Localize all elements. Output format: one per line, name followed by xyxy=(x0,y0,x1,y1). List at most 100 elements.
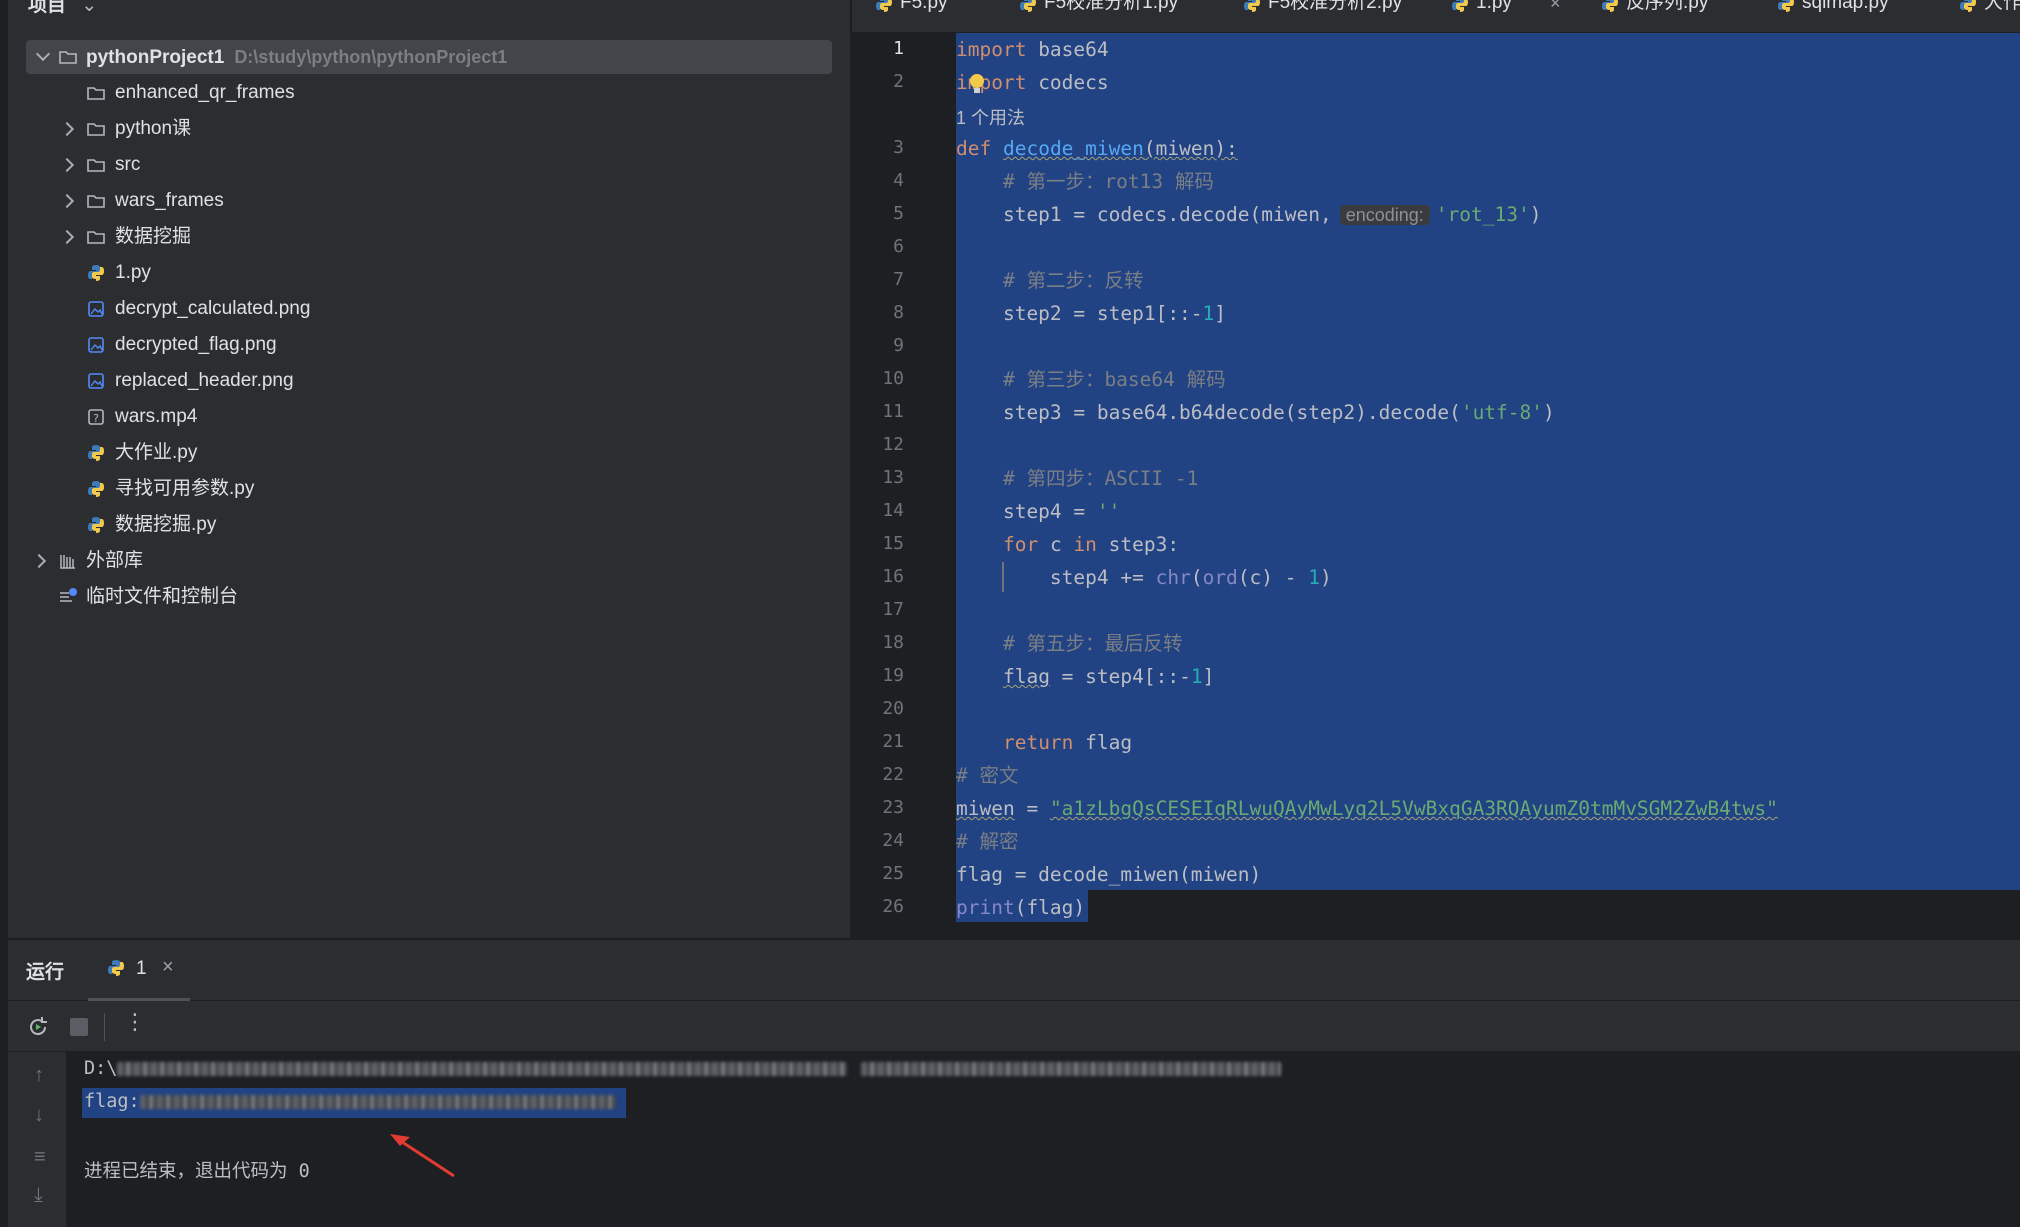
close-tab-icon[interactable]: × xyxy=(1550,0,1561,12)
arrow-up-icon[interactable]: ↑ xyxy=(34,1064,44,1087)
tree-item-wars-mp4[interactable]: ? wars.mp4 xyxy=(26,400,832,434)
tree-item-scratches[interactable]: 临时文件和控制台 xyxy=(26,580,832,614)
console-flag-line: flag: xyxy=(84,1091,616,1112)
tree-item-label: decrypt_calculated.png xyxy=(115,298,311,319)
tree-item-label: 大作业.py xyxy=(115,442,198,463)
tree-item-label: src xyxy=(115,154,141,175)
folder-icon xyxy=(87,159,105,172)
tree-item-enhanced-qr-frames[interactable]: enhanced_qr_frames xyxy=(26,76,832,110)
python-file-icon xyxy=(1778,0,1794,12)
python-file-icon xyxy=(1602,0,1618,12)
tree-item-label: 外部库 xyxy=(86,550,144,571)
line-number: 19 xyxy=(882,665,904,686)
line-number: 12 xyxy=(882,434,904,455)
tree-item-label: 1.py xyxy=(115,262,151,283)
line-number: 4 xyxy=(893,170,904,191)
line-number: 13 xyxy=(882,467,904,488)
expand-arrow-icon[interactable] xyxy=(35,46,51,62)
usage-hint[interactable]: 1 个用法 xyxy=(956,104,1025,130)
line-number: 17 xyxy=(882,599,904,620)
tree-root-project[interactable]: pythonProject1 D:\study\python\pythonProj… xyxy=(26,40,832,74)
code-line-5: step1 = codecs.decode(miwen, encoding:'ro… xyxy=(956,203,1542,226)
image-file-icon xyxy=(88,301,104,317)
line-number: 24 xyxy=(882,830,904,851)
arrow-down-icon[interactable]: ↓ xyxy=(34,1104,44,1127)
line-number: 21 xyxy=(882,731,904,752)
lightbulb-icon[interactable] xyxy=(968,73,986,97)
python-file-icon xyxy=(1244,0,1260,12)
line-number: 1 xyxy=(893,38,904,59)
tab-deserialize-py[interactable]: 反序列.py xyxy=(1594,0,1734,32)
code-line-1: import base64 xyxy=(956,38,1109,61)
expand-arrow-icon[interactable] xyxy=(59,193,75,209)
stop-icon[interactable] xyxy=(70,1018,88,1036)
console-side-toolbar: ↑ ↓ ≡ ⤓ xyxy=(8,1052,66,1227)
folder-icon xyxy=(87,87,105,100)
tree-item-label: 数据挖掘 xyxy=(115,226,192,247)
python-file-icon xyxy=(1960,0,1976,12)
line-number: 6 xyxy=(893,236,904,257)
tab-f5-py[interactable]: F5.py xyxy=(868,0,988,32)
tree-item-replaced-header-png[interactable]: replaced_header.png xyxy=(26,364,832,398)
tab-label: 1.py xyxy=(1476,0,1512,13)
line-number: 8 xyxy=(893,302,904,323)
tree-item-label: python课 xyxy=(115,118,192,139)
tree-item-wars-frames[interactable]: wars_frames xyxy=(26,184,832,218)
expand-arrow-icon[interactable] xyxy=(59,121,75,137)
chevron-down-icon[interactable]: ⌄ xyxy=(81,0,97,17)
code-line-3: def decode_miwen(miwen): xyxy=(956,137,1238,160)
folder-icon xyxy=(87,123,105,136)
line-number: 5 xyxy=(893,203,904,224)
code-line-19: flag = step4[::-1] xyxy=(1002,665,1215,688)
tab-f5-analysis-2[interactable]: F5校准分析2.py xyxy=(1236,0,1416,32)
tree-item-label: wars.mp4 xyxy=(115,406,198,427)
tab-1-py-active[interactable]: 1.py × xyxy=(1444,0,1574,32)
code-line-15: for c in step3: xyxy=(1002,533,1180,556)
line-number: 3 xyxy=(893,137,904,158)
rerun-icon[interactable] xyxy=(26,1015,50,1039)
tree-item-find-params-py[interactable]: 寻找可用参数.py xyxy=(26,472,832,506)
soft-wrap-icon[interactable]: ≡ xyxy=(34,1146,46,1169)
python-file-icon xyxy=(88,481,104,497)
tree-item-data-mining-py[interactable]: 数据挖掘.py xyxy=(26,508,832,542)
image-file-icon xyxy=(88,337,104,353)
line-number: 22 xyxy=(882,764,904,785)
tree-item-decrypt-calculated-png[interactable]: decrypt_calculated.png xyxy=(26,292,832,326)
tree-item-src[interactable]: src xyxy=(26,148,832,182)
line-number: 14 xyxy=(882,500,904,521)
tree-item-1-py[interactable]: 1.py xyxy=(26,256,832,290)
python-file-icon xyxy=(1452,0,1468,12)
scroll-to-end-icon[interactable]: ⤓ xyxy=(34,1184,43,1207)
tab-label: sqlmap.py xyxy=(1802,0,1889,13)
close-tab-icon[interactable]: × xyxy=(162,956,174,979)
tree-item-external-libraries[interactable]: 外部库 xyxy=(26,544,832,578)
tree-item-python-course[interactable]: python课 xyxy=(26,112,832,146)
line-number: 25 xyxy=(882,863,904,884)
tree-item-decrypted-flag-png[interactable]: decrypted_flag.png xyxy=(26,328,832,362)
project-panel: 项目 ⌄ pythonProject1 D:\study\python\pytho… xyxy=(0,0,852,938)
redacted-path xyxy=(117,1062,848,1076)
more-options-icon[interactable]: ⋮ xyxy=(124,1011,146,1033)
expand-arrow-icon[interactable] xyxy=(59,157,75,173)
python-file-icon xyxy=(88,265,104,281)
tab-homework-truncated[interactable]: 大作 xyxy=(1952,0,2020,32)
line-number: 23 xyxy=(882,797,904,818)
run-toolbar: ⋮ xyxy=(8,1001,2020,1052)
code-line-25: flag = decode_miwen(miwen) xyxy=(956,863,1262,886)
run-tab-1[interactable]: 1 × xyxy=(88,946,190,1002)
image-file-icon xyxy=(88,373,104,389)
root-project-name: pythonProject1 xyxy=(86,47,225,68)
tab-sqlmap-py[interactable]: sqlmap.py xyxy=(1770,0,1910,32)
tree-item-data-mining-folder[interactable]: 数据挖掘 xyxy=(26,220,832,254)
project-panel-header[interactable]: 项目 ⌄ xyxy=(28,0,97,17)
code-line-18: # 第五步：最后反转 xyxy=(956,632,1183,655)
root-project-path: D:\study\python\pythonProject1 xyxy=(234,47,508,67)
run-panel-header xyxy=(8,940,2020,1001)
python-file-icon xyxy=(1020,0,1036,12)
expand-arrow-icon[interactable] xyxy=(59,229,75,245)
tab-f5-analysis-1[interactable]: F5校准分析1.py xyxy=(1012,0,1192,32)
code-line-21: return flag xyxy=(1002,731,1133,754)
line-number: 26 xyxy=(882,896,904,917)
tree-item-homework-py[interactable]: 大作业.py xyxy=(26,436,832,470)
expand-arrow-icon[interactable] xyxy=(31,553,47,569)
